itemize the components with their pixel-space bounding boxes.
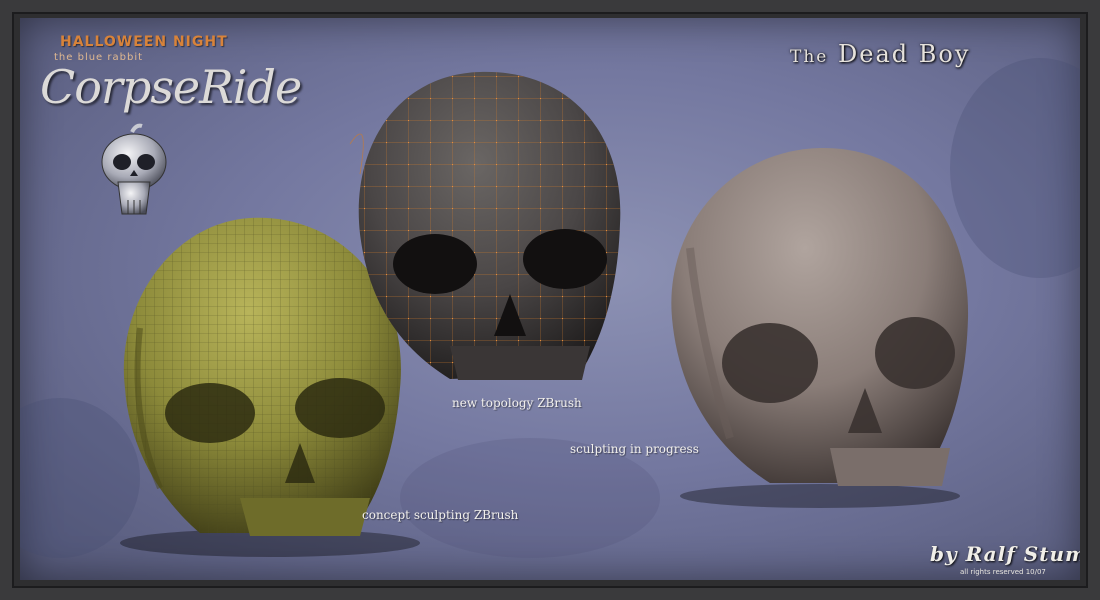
grey-sculpt-skull (671, 147, 969, 508)
artist-signature: by Ralf Stumpf (930, 542, 1080, 566)
label-concept-sculpting: concept sculpting ZBrush (362, 508, 519, 522)
title-the: The (790, 47, 829, 67)
artwork-title: The Dead Boy (790, 40, 970, 68)
logo-halloween-night: HALLOWEEN NIGHT (60, 34, 228, 50)
rights-notice: all rights reserved 10/07 (960, 568, 1046, 576)
dark-topology-skull (349, 71, 621, 380)
background-shape (400, 438, 660, 558)
label-new-topology: new topology ZBrush (452, 396, 582, 410)
label-sculpting-in-progress: sculpting in progress (570, 442, 699, 456)
logo-corpseride: CorpseRide (40, 60, 302, 114)
artwork-panel: HALLOWEEN NIGHT the blue rabbit CorpseRi… (20, 18, 1080, 580)
title-dead-boy: Dead Boy (838, 40, 971, 68)
